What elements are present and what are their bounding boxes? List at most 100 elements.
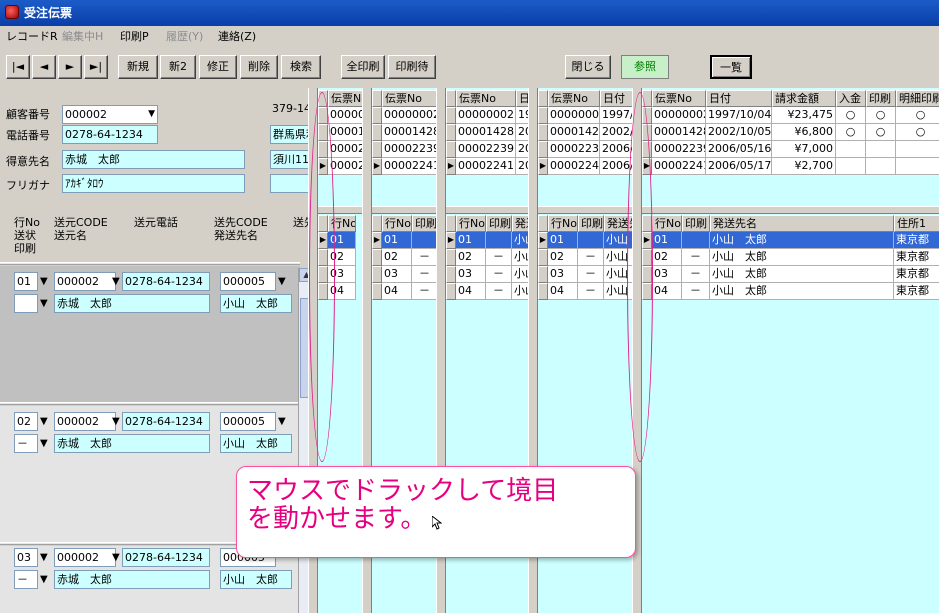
top-grid-cell-slip_no[interactable]: 00002239	[328, 141, 362, 158]
top-grid-header-paid[interactable]: 入金	[836, 90, 866, 107]
dest-name-field[interactable]: 小山 太郎	[220, 434, 292, 453]
chevron-down-icon[interactable]: ▼	[40, 548, 48, 567]
bottom-grid-cell-rowno[interactable]: 03	[652, 266, 682, 283]
bottom-grid-cell-print[interactable]: －	[682, 283, 710, 300]
bottom-grid-cell-rowno[interactable]: 02	[382, 249, 412, 266]
row-selector[interactable]	[372, 249, 382, 266]
top-grid-cell-date[interactable]: 2002/10/05	[600, 124, 632, 141]
row-selector[interactable]: ▶	[372, 232, 382, 249]
top-grid-cell-date[interactable]: 2006/05/16	[600, 141, 632, 158]
sender-phone-field[interactable]: 0278-64-1234	[122, 548, 210, 567]
top-grid-header-slip_no[interactable]: 伝票No	[456, 90, 516, 107]
top-grid-cell-date[interactable]: 2006/05/17	[600, 158, 632, 175]
rowno-field[interactable]: 01	[14, 272, 38, 291]
row-selector[interactable]	[372, 90, 382, 107]
bottom-grid-header-dest[interactable]: 発送先名	[710, 215, 894, 232]
row-selector[interactable]	[538, 249, 548, 266]
bottom-grid-header-rowno[interactable]: 行No	[456, 215, 486, 232]
chevron-down-icon[interactable]: ▼	[40, 294, 48, 313]
top-grid-header-print[interactable]: 印刷	[866, 90, 896, 107]
bottom-grid-cell-print[interactable]: －	[486, 249, 512, 266]
top-grid-cell-slip_no[interactable]: 00002239	[456, 141, 516, 158]
bottom-grid-header-print[interactable]: 印刷	[412, 215, 436, 232]
row-selector[interactable]	[446, 124, 456, 141]
bottom-grid-cell-print[interactable]: －	[682, 266, 710, 283]
first-record-button[interactable]: |◄	[6, 55, 30, 79]
row-selector[interactable]	[446, 107, 456, 124]
bottom-grid-cell-dest[interactable]: 小山 太郎	[512, 266, 528, 283]
bottom-grid-cell-print[interactable]: －	[412, 249, 436, 266]
delivery-field[interactable]: －	[14, 570, 38, 589]
top-grid-cell-paid[interactable]	[836, 158, 866, 175]
bottom-grid-cell-print[interactable]	[486, 232, 512, 249]
row-selector[interactable]: ▶	[538, 158, 548, 175]
top-grid-cell-amount[interactable]: ¥23,475	[772, 107, 836, 124]
top-grid-cell-date[interactable]: 1997/10/04	[706, 107, 772, 124]
top-grid-cell-slip_no[interactable]: 00000002	[652, 107, 706, 124]
bottom-grid-cell-rowno[interactable]: 01	[548, 232, 578, 249]
chevron-down-icon[interactable]: ▼	[278, 412, 286, 431]
top-grid-header-detail[interactable]: 明細印刷	[896, 90, 939, 107]
row-selector[interactable]	[372, 215, 382, 232]
top-grid-cell-date[interactable]: 2006/05/17	[706, 158, 772, 175]
row-selector[interactable]	[446, 90, 456, 107]
bottom-grid-cell-rowno[interactable]: 01	[382, 232, 412, 249]
search-button[interactable]: 検索	[281, 55, 321, 79]
row-selector[interactable]: ▶	[538, 232, 548, 249]
bottom-grid-cell-dest[interactable]: 小山 太郎	[710, 283, 894, 300]
delivery-field[interactable]	[14, 294, 38, 313]
top-grid-cell-slip_no[interactable]: 00000002	[548, 107, 600, 124]
top-grid-cell-date[interactable]: 1997/10/04	[600, 107, 632, 124]
row-selector[interactable]	[538, 283, 548, 300]
sender-phone-field[interactable]: 0278-64-1234	[122, 272, 210, 291]
list-button[interactable]: 一覧	[710, 55, 752, 79]
top-grid-cell-slip_no[interactable]: 00002239	[652, 141, 706, 158]
bottom-grid-cell-rowno[interactable]: 04	[548, 283, 578, 300]
top-grid-cell-date[interactable]: 2002/10/05	[706, 124, 772, 141]
top-grid-cell-detail[interactable]	[896, 158, 939, 175]
bottom-grid-header-dest[interactable]: 発送先名	[512, 215, 528, 232]
top-grid-header-date[interactable]: 日付	[600, 90, 632, 107]
top-grid-cell-paid[interactable]: ○	[836, 107, 866, 124]
menu-history[interactable]: 履歴(Y)	[166, 30, 203, 44]
bottom-grid-cell-rowno[interactable]: 01	[652, 232, 682, 249]
bottom-grid-cell-print[interactable]: －	[682, 249, 710, 266]
bottom-grid-header-print[interactable]: 印刷	[578, 215, 604, 232]
dest-name-field[interactable]: 小山 太郎	[220, 570, 292, 589]
rowno-field[interactable]: 03	[14, 548, 38, 567]
bottom-grid-cell-rowno[interactable]: 03	[456, 266, 486, 283]
row-selector[interactable]: ▶	[372, 158, 382, 175]
prev-record-button[interactable]: ◄	[32, 55, 56, 79]
bottom-grid-cell-addr[interactable]: 東京都	[894, 232, 939, 249]
bottom-grid-cell-print[interactable]: －	[412, 283, 436, 300]
bottom-grid-header-rowno[interactable]: 行No	[382, 215, 412, 232]
next-record-button[interactable]: ►	[58, 55, 82, 79]
row-selector[interactable]	[446, 283, 456, 300]
row-selector[interactable]	[446, 266, 456, 283]
top-grid-cell-paid[interactable]	[836, 141, 866, 158]
top-grid-cell-slip_no[interactable]: 00001428	[652, 124, 706, 141]
top-grid-cell-slip_no[interactable]: 00002241	[652, 158, 706, 175]
bottom-grid-cell-print[interactable]: －	[578, 249, 604, 266]
bottom-grid-cell-print[interactable]: －	[486, 283, 512, 300]
top-grid-cell-date[interactable]: 2006/05/16	[516, 141, 528, 158]
bottom-grid-cell-rowno[interactable]: 04	[382, 283, 412, 300]
top-grid-cell-slip_no[interactable]: 00000002	[382, 107, 436, 124]
bottom-grid-cell-rowno[interactable]: 03	[548, 266, 578, 283]
row-selector[interactable]	[446, 249, 456, 266]
row-selector[interactable]	[372, 266, 382, 283]
top-grid-header-amount[interactable]: 請求金額	[772, 90, 836, 107]
chevron-down-icon[interactable]: ▼	[40, 412, 48, 431]
new2-button[interactable]: 新2	[160, 55, 196, 79]
chevron-down-icon[interactable]: ▼	[40, 272, 48, 291]
bottom-grid-cell-print[interactable]: －	[412, 266, 436, 283]
dest-code-field[interactable]: 000005	[220, 272, 276, 291]
bottom-grid-cell-print[interactable]	[412, 232, 436, 249]
row-selector[interactable]	[372, 141, 382, 158]
menu-record[interactable]: レコードR	[6, 30, 58, 44]
top-grid-header-slip_no[interactable]: 伝票No	[382, 90, 436, 107]
chevron-down-icon[interactable]: ▼	[278, 272, 286, 291]
row-selector[interactable]	[446, 215, 456, 232]
row-selector[interactable]	[372, 283, 382, 300]
bottom-grid-cell-dest[interactable]: 小山 太郎	[710, 249, 894, 266]
